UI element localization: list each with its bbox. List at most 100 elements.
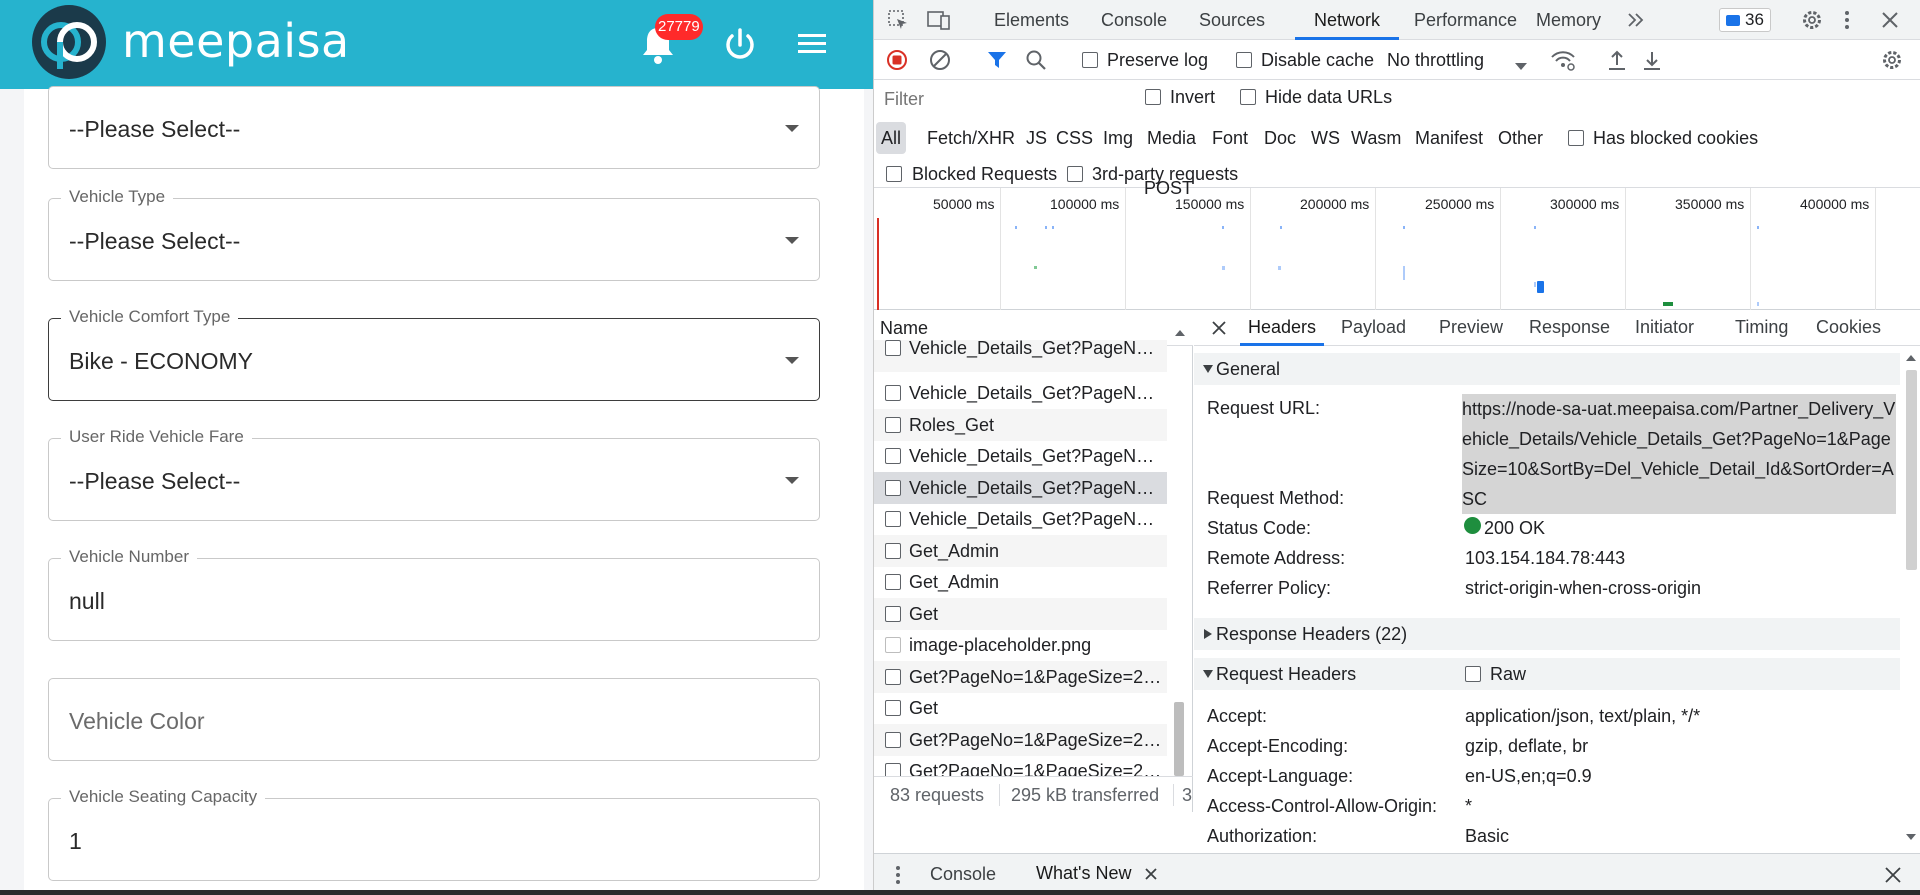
type-filter-img[interactable]: Img: [1103, 122, 1133, 154]
timeline-request-bar: [1052, 226, 1054, 229]
drawer-menu-kebab-icon[interactable]: [894, 865, 902, 890]
close-drawer-icon[interactable]: [1884, 866, 1902, 889]
tab-preview[interactable]: Preview: [1439, 310, 1503, 346]
tab-network[interactable]: Network: [1295, 0, 1399, 40]
resources-size-truncated: 3: [1182, 785, 1193, 805]
inspect-element-icon[interactable]: [887, 9, 909, 36]
timeline-request-bar: [1015, 226, 1017, 229]
network-conditions-wifi-icon[interactable]: [1550, 49, 1576, 76]
request-row[interactable]: Get?PageNo=1&PageSize=20...: [874, 661, 1167, 693]
request-row[interactable]: Get: [874, 598, 1167, 630]
disable-cache-checkbox[interactable]: [1236, 52, 1252, 68]
request-headers-section-header[interactable]: Request Headers Raw: [1194, 658, 1900, 690]
hamburger-menu-icon[interactable]: [793, 22, 833, 66]
preserve-log-checkbox[interactable]: [1082, 52, 1098, 68]
type-filter-doc[interactable]: Doc: [1264, 122, 1296, 154]
stop-recording-icon[interactable]: [886, 49, 908, 76]
vehicle-color-input[interactable]: Vehicle Color: [48, 678, 820, 761]
type-filter-css[interactable]: CSS: [1056, 122, 1093, 154]
tab-headers[interactable]: Headers: [1240, 310, 1324, 346]
close-detail-icon[interactable]: [1210, 319, 1228, 342]
request-row[interactable]: Vehicle_Details_Get?PageNo=...: [874, 340, 1167, 372]
request-list: Name Vehicle_Details_Get?PageNo=... Vehi…: [874, 310, 1193, 812]
settings-gear-icon[interactable]: [1800, 8, 1824, 37]
brand-logo-icon[interactable]: [32, 5, 106, 79]
invert-checkbox[interactable]: [1145, 89, 1161, 105]
filter-input[interactable]: [882, 86, 1118, 112]
drawer-tab-console[interactable]: Console: [930, 854, 996, 894]
network-settings-gear-icon[interactable]: [1880, 48, 1904, 77]
raw-checkbox[interactable]: [1465, 666, 1481, 682]
tab-timing[interactable]: Timing: [1735, 310, 1788, 346]
network-overview-timeline[interactable]: 50000 ms 100000 ms 150000 ms 200000 ms 2…: [874, 188, 1920, 310]
tab-console[interactable]: Console: [1101, 0, 1167, 40]
blocked-requests-checkbox[interactable]: [886, 166, 902, 182]
clear-icon[interactable]: [929, 49, 951, 76]
general-section-header[interactable]: General: [1194, 353, 1900, 385]
request-list-scrollbar[interactable]: [1170, 346, 1188, 788]
brand-name: meepaisa: [122, 14, 350, 68]
drawer-tab-whats-new[interactable]: What's New: [1024, 854, 1171, 894]
issues-badge[interactable]: 36: [1719, 8, 1771, 32]
type-filter-wasm[interactable]: Wasm: [1351, 122, 1401, 154]
search-icon[interactable]: [1025, 49, 1047, 76]
request-row[interactable]: Get?PageNo=1&PageSize=20...: [874, 755, 1167, 776]
type-filter-other[interactable]: Other: [1498, 122, 1543, 154]
request-row[interactable]: Vehicle_Details_Get?PageNo=...: [874, 377, 1167, 409]
user-ride-vehicle-fare-select[interactable]: User Ride Vehicle Fare --Please Select--: [48, 427, 820, 521]
tab-response[interactable]: Response: [1529, 310, 1610, 346]
vehicle-seating-capacity-input[interactable]: Vehicle Seating Capacity 1: [48, 787, 820, 881]
timeline-request-bar: [1534, 282, 1536, 287]
device-toolbar-icon[interactable]: [927, 9, 951, 36]
more-tabs-chevron-icon[interactable]: [1625, 9, 1647, 36]
more-options-kebab-icon[interactable]: [1842, 9, 1852, 36]
tab-sources[interactable]: Sources: [1199, 0, 1265, 40]
export-har-download-icon[interactable]: [1642, 49, 1662, 76]
vehicle-comfort-type-select[interactable]: Vehicle Comfort Type Bike - ECONOMY: [48, 307, 820, 401]
type-filter-fetch-xhr[interactable]: Fetch/XHR: [927, 122, 1015, 154]
request-name: Get?PageNo=1&PageSize=20...: [909, 761, 1164, 776]
type-filter-ws[interactable]: WS: [1311, 122, 1340, 154]
request-url-value[interactable]: https://node-sa-uat.meepaisa.com/Partner…: [1462, 394, 1896, 514]
throttling-dropdown-icon[interactable]: [1514, 56, 1528, 77]
throttling-select[interactable]: No throttling: [1387, 50, 1484, 71]
name-column-header[interactable]: Name: [880, 318, 928, 339]
request-row[interactable]: Vehicle_Details_Get?PageNo=...: [874, 440, 1167, 472]
tab-elements[interactable]: Elements: [994, 0, 1069, 40]
tab-cookies[interactable]: Cookies: [1816, 310, 1881, 346]
filter-funnel-icon[interactable]: [987, 50, 1007, 75]
timeline-request-bar: [1663, 302, 1673, 306]
request-row[interactable]: Vehicle_Details_Get?PageNo=...: [874, 503, 1167, 535]
hide-data-urls-checkbox[interactable]: [1240, 89, 1256, 105]
vehicle-type-select[interactable]: Vehicle Type --Please Select--: [48, 187, 820, 281]
type-filter-font[interactable]: Font: [1212, 122, 1248, 154]
type-filter-all[interactable]: All: [876, 122, 907, 154]
type-filter-media[interactable]: Media: [1147, 122, 1196, 154]
has-blocked-cookies-checkbox[interactable]: [1568, 130, 1584, 146]
request-row[interactable]: Get_Admin: [874, 535, 1167, 567]
response-headers-section-header[interactable]: Response Headers (22): [1194, 618, 1900, 650]
screen-bottom-edge: [0, 890, 1920, 895]
request-row[interactable]: Get: [874, 692, 1167, 724]
type-filter-js[interactable]: JS: [1026, 122, 1047, 154]
tab-performance[interactable]: Performance: [1414, 0, 1517, 40]
detail-scrollbar[interactable]: [1901, 350, 1920, 848]
third-party-requests-checkbox[interactable]: [1067, 166, 1083, 182]
power-logout-icon[interactable]: [720, 22, 760, 66]
close-drawer-tab-icon[interactable]: [1144, 856, 1158, 894]
sort-ascending-icon[interactable]: [1174, 322, 1186, 343]
request-row[interactable]: Get?PageNo=1&PageSize=20...: [874, 724, 1167, 756]
select-field-top[interactable]: --Please Select--: [48, 86, 820, 169]
devtools-main-toolbar: Elements Console Sources Network Perform…: [874, 0, 1920, 40]
tab-payload[interactable]: Payload: [1341, 310, 1406, 346]
request-row-selected[interactable]: Vehicle_Details_Get?PageNo=...: [874, 472, 1167, 504]
tab-memory[interactable]: Memory: [1536, 0, 1601, 40]
import-har-upload-icon[interactable]: [1607, 49, 1627, 76]
vehicle-number-input[interactable]: Vehicle Number null: [48, 547, 820, 641]
type-filter-manifest[interactable]: Manifest: [1415, 122, 1483, 154]
request-row[interactable]: Get_Admin: [874, 566, 1167, 598]
tab-initiator[interactable]: Initiator: [1635, 310, 1694, 346]
request-row[interactable]: Roles_Get: [874, 409, 1167, 441]
close-devtools-icon[interactable]: [1880, 10, 1900, 35]
request-row[interactable]: image-placeholder.png: [874, 629, 1167, 661]
